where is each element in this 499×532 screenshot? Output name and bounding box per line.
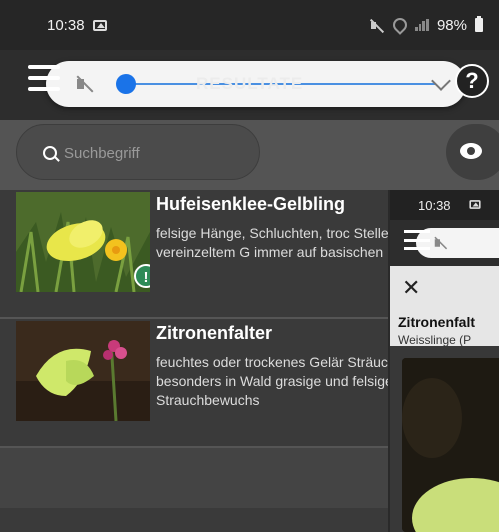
detail-overlay-preview[interactable]: 10:38 ✕ Zitronenfalt Weisslinge (P xyxy=(388,190,499,532)
battery-icon xyxy=(475,16,483,32)
menu-icon[interactable] xyxy=(404,230,430,250)
close-button[interactable]: ✕ xyxy=(402,276,426,300)
search-field[interactable] xyxy=(16,124,260,180)
search-bar xyxy=(0,120,499,190)
overlay-subtitle: Weisslinge (P xyxy=(398,333,472,347)
gallery-notification-icon xyxy=(92,19,107,31)
mute-icon[interactable] xyxy=(433,236,448,250)
audio-player-pill: RESULTATE xyxy=(46,61,466,107)
mute-icon[interactable] xyxy=(74,75,94,93)
help-button[interactable]: ? xyxy=(455,64,489,98)
butterfly-thumbnail xyxy=(16,321,150,421)
audio-slider-knob[interactable] xyxy=(116,74,136,94)
visibility-button[interactable] xyxy=(446,124,499,180)
overlay-app-bar xyxy=(390,220,499,266)
overlay-status-bar: 10:38 xyxy=(390,190,499,220)
overlay-status-time: 10:38 xyxy=(418,198,451,213)
gallery-notification-icon xyxy=(469,200,481,209)
app-bar: RESULTATE ? xyxy=(0,50,499,120)
mute-status-icon xyxy=(369,19,385,32)
menu-icon[interactable] xyxy=(28,65,60,91)
species-photo xyxy=(402,358,499,532)
species-name: Zitronenfalter xyxy=(156,323,273,343)
signal-icon xyxy=(414,19,429,31)
chevron-down-icon[interactable] xyxy=(431,71,451,91)
overlay-title: Zitronenfalt xyxy=(398,314,475,330)
battery-percent: 98% xyxy=(436,16,467,34)
eye-icon xyxy=(460,143,482,159)
search-input[interactable] xyxy=(62,139,246,167)
status-time: 10:38 xyxy=(47,16,85,34)
page-title: RESULTATE xyxy=(196,74,304,93)
species-name: Hufeisenklee-Gelbling xyxy=(156,194,346,214)
butterfly-thumbnail: ! xyxy=(16,192,150,292)
status-bar: 10:38 98% xyxy=(0,0,499,50)
wifi-icon xyxy=(390,15,410,35)
search-icon xyxy=(43,146,57,160)
overlay-header: ✕ Zitronenfalt Weisslinge (P xyxy=(390,266,499,347)
